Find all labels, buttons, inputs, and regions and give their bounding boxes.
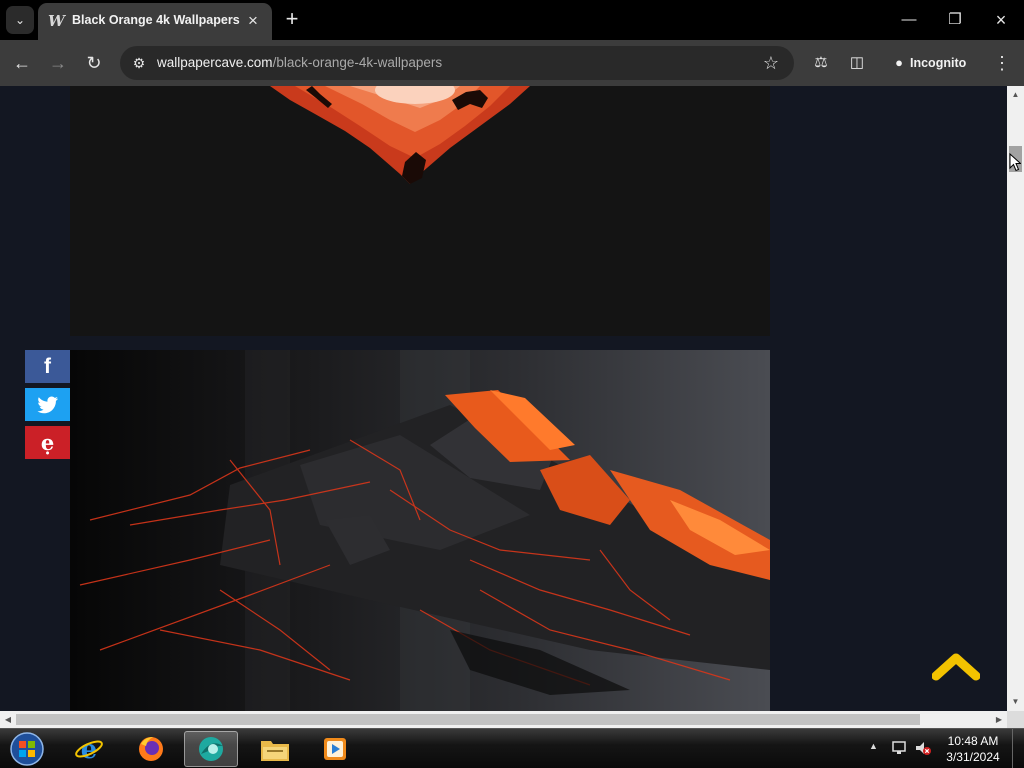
scroll-up-arrow-icon[interactable]: ▲ <box>1007 88 1024 102</box>
horizontal-scroll-thumb[interactable] <box>16 714 920 725</box>
url-path: /black-orange-4k-wallpapers <box>272 55 443 70</box>
pinterest-share-button[interactable]: ẹ <box>25 426 70 459</box>
site-favicon-icon: W <box>48 12 65 30</box>
incognito-label: Incognito <box>910 56 967 70</box>
wallpaper-thumbnail[interactable] <box>70 86 770 336</box>
browser-menu-icon[interactable]: ⋮ <box>990 49 1014 77</box>
close-icon[interactable]: × <box>244 12 262 30</box>
tab-search-button[interactable]: ⌄ <box>6 6 34 34</box>
tab-active[interactable]: W Black Orange 4k Wallpapers - W × <box>38 3 272 40</box>
taskbar: e ▲ 10:48 AM 3/31/2024 <box>0 728 1024 768</box>
bookmark-star-icon[interactable]: ☆ <box>760 52 782 74</box>
svg-text:e: e <box>81 735 98 764</box>
vertical-scrollbar[interactable]: ▲ ▼ <box>1007 86 1024 711</box>
browser-app-icon <box>199 737 223 761</box>
screen: ⌄ W Black Orange 4k Wallpapers - W × + —… <box>0 0 1024 768</box>
back-to-top-button[interactable] <box>932 652 980 684</box>
chevron-down-icon: ⌄ <box>14 13 26 27</box>
restore-button[interactable]: ❐ <box>941 6 969 34</box>
labs-flask-icon[interactable]: ⚖ <box>807 49 835 77</box>
horizontal-scrollbar[interactable]: ◀ ▶ <box>0 711 1007 728</box>
firefox-icon <box>139 737 163 761</box>
chevron-up-icon <box>932 653 980 681</box>
twitter-icon <box>37 396 58 413</box>
windows-logo-icon <box>19 741 26 748</box>
scroll-right-arrow-icon[interactable]: ▶ <box>992 711 1006 728</box>
incognito-indicator[interactable]: ● Incognito <box>888 52 966 74</box>
back-button[interactable]: ← <box>8 49 36 77</box>
url-text[interactable]: wallpapercave.com/black-orange-4k-wallpa… <box>157 55 442 70</box>
show-hidden-icons-icon[interactable]: ▲ <box>869 741 878 751</box>
address-bar[interactable]: ⚙ wallpapercave.com/black-orange-4k-wall… <box>120 46 794 80</box>
pinterest-icon: ẹ <box>40 430 55 455</box>
wallpaper-thumbnail[interactable] <box>70 350 770 711</box>
minimize-button[interactable]: — <box>895 6 923 34</box>
clock-time: 10:48 AM <box>947 734 999 748</box>
side-panel-icon[interactable]: ◫ <box>843 49 871 77</box>
taskbar-browser-active[interactable] <box>184 731 238 767</box>
new-tab-button[interactable]: + <box>281 8 303 30</box>
facebook-share-button[interactable]: f <box>25 350 70 383</box>
facebook-icon: f <box>44 354 51 378</box>
url-host: wallpapercave.com <box>157 55 273 70</box>
scroll-down-arrow-icon[interactable]: ▼ <box>1007 695 1024 709</box>
media-player-icon <box>324 738 346 760</box>
scroll-left-arrow-icon[interactable]: ◀ <box>1 711 15 728</box>
scrollbar-corner <box>1007 711 1024 728</box>
internet-explorer-icon: e <box>75 735 103 764</box>
speaker-muted-icon[interactable] <box>914 739 932 757</box>
clock-date: 3/31/2024 <box>946 750 1000 764</box>
reload-button[interactable]: ↻ <box>80 49 108 77</box>
system-clock[interactable]: 10:48 AM 3/31/2024 <box>940 733 1006 765</box>
twitter-share-button[interactable] <box>25 388 70 421</box>
tab-title: Black Orange 4k Wallpapers - W <box>72 13 242 27</box>
taskbar-file-explorer[interactable] <box>248 731 302 767</box>
browser-toolbar: ← → ↻ ⚙ wallpapercave.com/black-orange-4… <box>0 40 1024 86</box>
site-info-icon[interactable]: ⚙ <box>128 52 150 74</box>
taskbar-media-player[interactable] <box>308 731 362 767</box>
incognito-icon: ● <box>895 55 903 70</box>
forward-button[interactable]: → <box>44 49 72 77</box>
wallpaper-image <box>70 350 770 711</box>
mouse-cursor-icon <box>1009 153 1021 172</box>
folder-icon <box>261 741 289 761</box>
wallpaper-image <box>70 86 770 336</box>
tab-strip: ⌄ W Black Orange 4k Wallpapers - W × + —… <box>0 0 1024 40</box>
page-viewport: f ẹ <box>0 86 1007 711</box>
taskbar-firefox[interactable] <box>124 731 178 767</box>
show-desktop-button[interactable] <box>1012 729 1024 768</box>
start-button[interactable] <box>8 731 46 767</box>
action-center-flag-icon[interactable] <box>890 739 908 757</box>
close-window-button[interactable]: × <box>987 6 1015 34</box>
taskbar-internet-explorer[interactable]: e <box>62 731 116 767</box>
